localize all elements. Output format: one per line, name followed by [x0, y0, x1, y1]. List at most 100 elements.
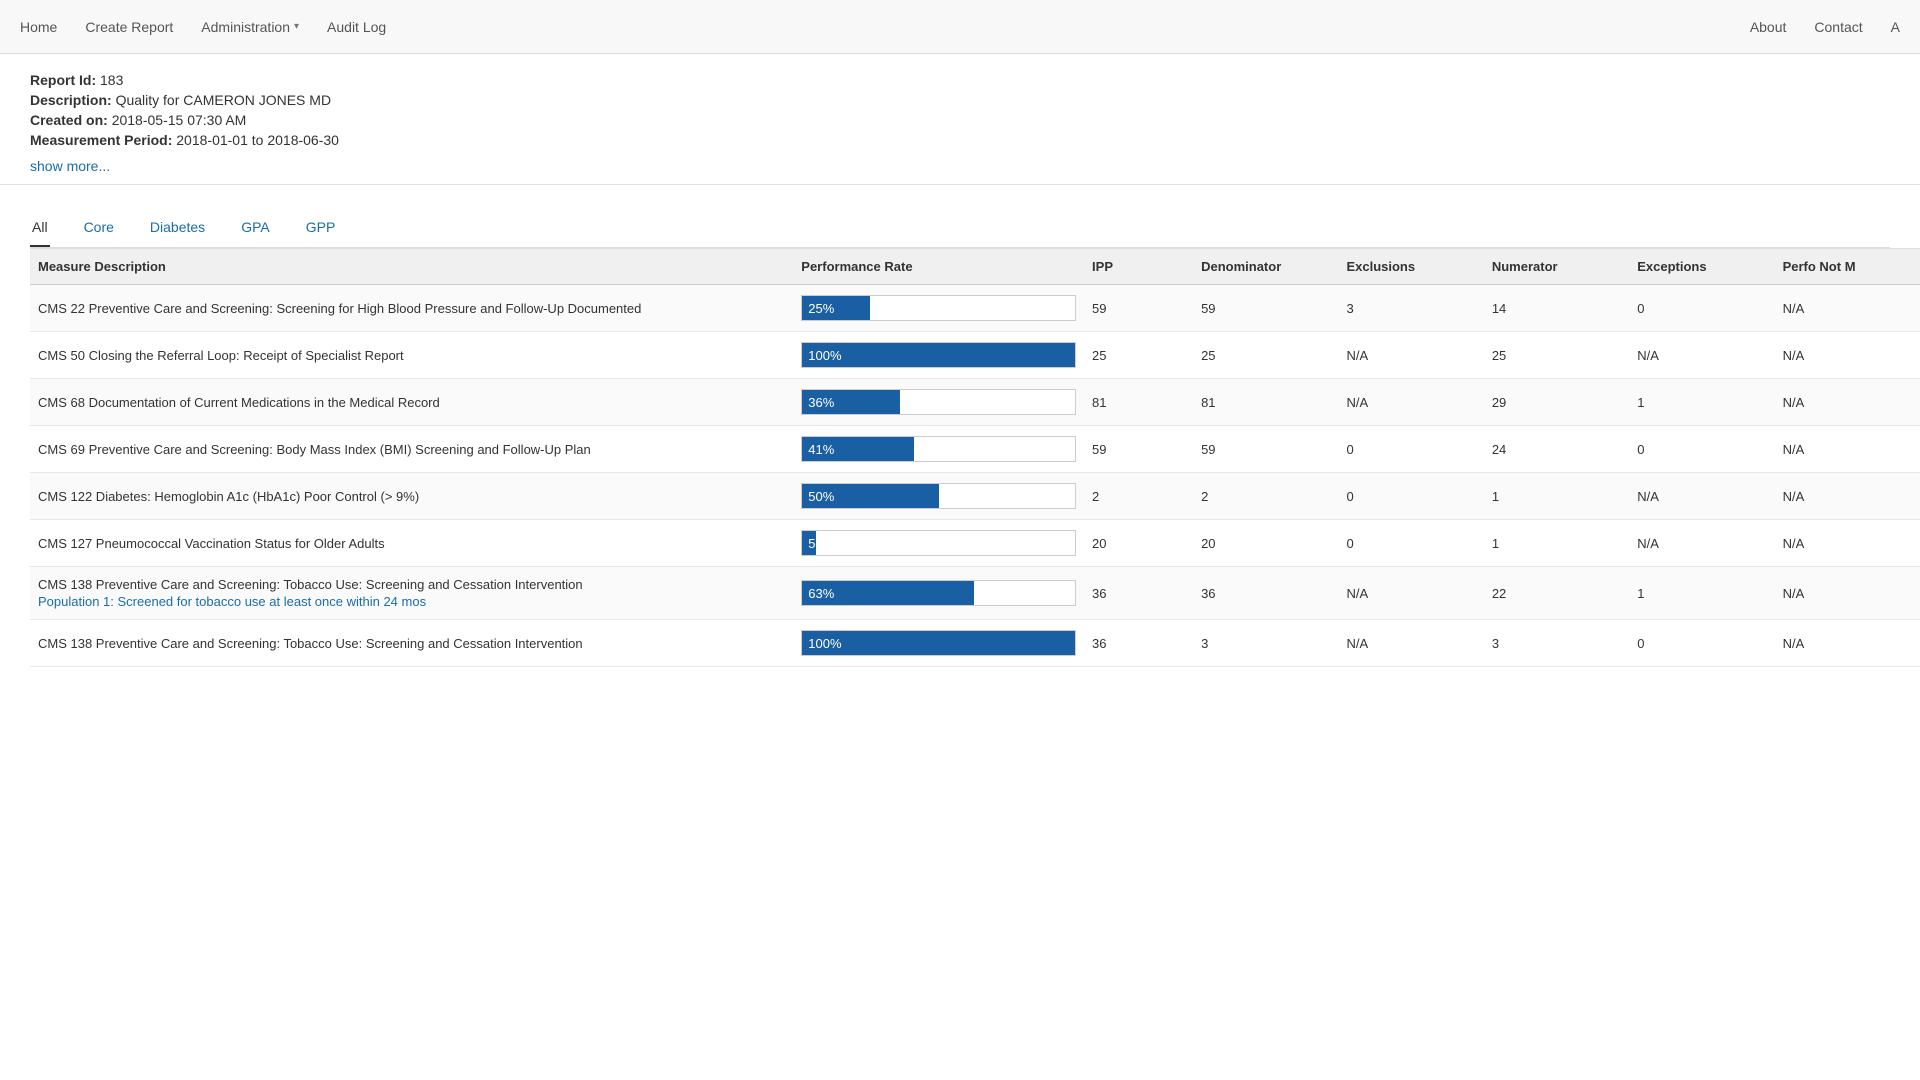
report-created-row: Created on: 2018-05-15 07:30 AM [30, 112, 1890, 128]
tab-core[interactable]: Core [82, 213, 116, 247]
tabs: All Core Diabetes GPA GPP [30, 213, 1890, 248]
cell-denominator: 81 [1193, 379, 1338, 426]
navbar: Home Create Report Administration ▾ Audi… [0, 0, 1920, 54]
tab-all[interactable]: All [30, 213, 50, 247]
tab-diabetes[interactable]: Diabetes [148, 213, 207, 247]
progress-bar-container: 36% [801, 389, 1076, 415]
cell-exceptions: N/A [1629, 332, 1774, 379]
progress-bar-container: 100% [801, 630, 1076, 656]
th-perf-not-met: Perfo Not M [1775, 249, 1920, 285]
cell-performance-rate: 100% [793, 332, 1084, 379]
cell-numerator: 22 [1484, 567, 1629, 620]
table-row: CMS 69 Preventive Care and Screening: Bo… [30, 426, 1920, 473]
nav-user[interactable]: A [1891, 19, 1900, 35]
cell-denominator: 59 [1193, 285, 1338, 332]
cell-description: CMS 122 Diabetes: Hemoglobin A1c (HbA1c)… [30, 473, 793, 520]
cell-description: CMS 22 Preventive Care and Screening: Sc… [30, 285, 793, 332]
cell-denominator: 2 [1193, 473, 1338, 520]
report-created-val: 2018-05-15 07:30 AM [112, 112, 247, 128]
progress-bar-fill [802, 437, 914, 461]
report-id-label: Report Id: [30, 72, 96, 88]
cell-perf-not-met: N/A [1775, 473, 1920, 520]
cell-exceptions: 0 [1629, 426, 1774, 473]
th-performance-rate: Performance Rate [793, 249, 1084, 285]
nav-audit-log[interactable]: Audit Log [327, 19, 386, 35]
progress-bar-container: 63% [801, 580, 1076, 606]
cell-performance-rate: 63% [793, 567, 1084, 620]
cell-ipp: 25 [1084, 332, 1193, 379]
cell-numerator: 25 [1484, 332, 1629, 379]
table-row: CMS 138 Preventive Care and Screening: T… [30, 567, 1920, 620]
report-period-val: 2018-01-01 to 2018-06-30 [176, 132, 339, 148]
cell-exclusions: N/A [1338, 332, 1483, 379]
cell-numerator: 29 [1484, 379, 1629, 426]
cell-ipp: 59 [1084, 285, 1193, 332]
nav-contact[interactable]: Contact [1814, 19, 1862, 35]
cell-performance-rate: 5% [793, 520, 1084, 567]
nav-about[interactable]: About [1750, 19, 1787, 35]
cell-ipp: 36 [1084, 620, 1193, 667]
cell-ipp: 20 [1084, 520, 1193, 567]
measures-table: Measure Description Performance Rate IPP… [30, 248, 1920, 667]
cell-exclusions: 3 [1338, 285, 1483, 332]
cell-exclusions: 0 [1338, 473, 1483, 520]
cell-description: CMS 69 Preventive Care and Screening: Bo… [30, 426, 793, 473]
report-desc-val: Quality for CAMERON JONES MD [116, 92, 331, 108]
table-row: CMS 138 Preventive Care and Screening: T… [30, 620, 1920, 667]
cell-perf-not-met: N/A [1775, 567, 1920, 620]
report-desc-label: Description: [30, 92, 112, 108]
nav-right: About Contact A [1750, 19, 1900, 35]
show-more-link[interactable]: show more... [30, 158, 110, 174]
cell-denominator: 3 [1193, 620, 1338, 667]
cell-denominator: 25 [1193, 332, 1338, 379]
report-id-row: Report Id: 183 [30, 72, 1890, 88]
cell-numerator: 14 [1484, 285, 1629, 332]
table-header-row: Measure Description Performance Rate IPP… [30, 249, 1920, 285]
th-denominator: Denominator [1193, 249, 1338, 285]
cell-ipp: 36 [1084, 567, 1193, 620]
nav-home[interactable]: Home [20, 19, 57, 35]
th-ipp: IPP [1084, 249, 1193, 285]
cell-exclusions: 0 [1338, 426, 1483, 473]
table-row: CMS 127 Pneumococcal Vaccination Status … [30, 520, 1920, 567]
cell-exclusions: N/A [1338, 620, 1483, 667]
cell-exceptions: 0 [1629, 620, 1774, 667]
nav-create-report[interactable]: Create Report [85, 19, 173, 35]
table-row: CMS 50 Closing the Referral Loop: Receip… [30, 332, 1920, 379]
cell-ipp: 81 [1084, 379, 1193, 426]
th-exclusions: Exclusions [1338, 249, 1483, 285]
report-desc-row: Description: Quality for CAMERON JONES M… [30, 92, 1890, 108]
progress-bar-label: 5% [802, 536, 1075, 551]
cell-performance-rate: 25% [793, 285, 1084, 332]
cell-denominator: 59 [1193, 426, 1338, 473]
progress-bar-fill [802, 531, 816, 555]
cell-exclusions: N/A [1338, 379, 1483, 426]
report-created-label: Created on: [30, 112, 108, 128]
cell-denominator: 20 [1193, 520, 1338, 567]
cell-description: CMS 50 Closing the Referral Loop: Receip… [30, 332, 793, 379]
cell-perf-not-met: N/A [1775, 332, 1920, 379]
cell-performance-rate: 50% [793, 473, 1084, 520]
cell-perf-not-met: N/A [1775, 285, 1920, 332]
cell-exceptions: 1 [1629, 567, 1774, 620]
cell-perf-not-met: N/A [1775, 620, 1920, 667]
cell-exceptions: 1 [1629, 379, 1774, 426]
progress-bar-fill [802, 581, 974, 605]
cell-description: CMS 127 Pneumococcal Vaccination Status … [30, 520, 793, 567]
progress-bar-fill [802, 631, 1075, 655]
report-period-row: Measurement Period: 2018-01-01 to 2018-0… [30, 132, 1890, 148]
tab-gpa[interactable]: GPA [239, 213, 272, 247]
report-meta: Report Id: 183 Description: Quality for … [0, 54, 1920, 185]
sub-population-link[interactable]: Population 1: Screened for tobacco use a… [38, 594, 785, 609]
progress-bar-fill [802, 390, 900, 414]
cell-exceptions: N/A [1629, 520, 1774, 567]
cell-ipp: 59 [1084, 426, 1193, 473]
cell-description: CMS 138 Preventive Care and Screening: T… [30, 620, 793, 667]
nav-administration[interactable]: Administration ▾ [201, 19, 299, 35]
cell-perf-not-met: N/A [1775, 426, 1920, 473]
tab-gpp[interactable]: GPP [304, 213, 338, 247]
tabs-section: All Core Diabetes GPA GPP [0, 185, 1920, 248]
table-row: CMS 22 Preventive Care and Screening: Sc… [30, 285, 1920, 332]
cell-exceptions: N/A [1629, 473, 1774, 520]
cell-numerator: 1 [1484, 473, 1629, 520]
